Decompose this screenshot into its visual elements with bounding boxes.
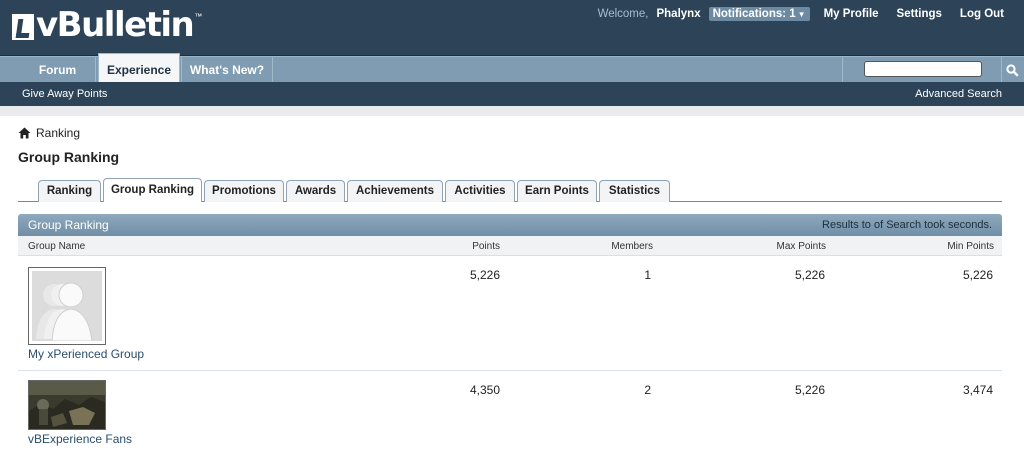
tab-whats-new[interactable]: What's New? xyxy=(181,57,273,83)
chevron-down-icon: ▼ xyxy=(797,9,806,19)
group-ranking-block-header: Group Ranking Results to of Search took … xyxy=(18,214,1002,236)
logo-trademark: ™ xyxy=(194,12,203,21)
group-min-points: 5,226 xyxy=(962,268,993,282)
page-title: Group Ranking xyxy=(18,149,120,165)
table-header: Group Name Points Members Max Points Min… xyxy=(18,236,1002,256)
welcome-text: Welcome, xyxy=(597,8,649,20)
block-title: Group Ranking xyxy=(28,218,109,232)
tab-earn-points[interactable]: Earn Points xyxy=(517,180,597,202)
main-content: Ranking Group Ranking Ranking Group Rank… xyxy=(0,116,1024,460)
logout-link[interactable]: Log Out xyxy=(960,8,1004,20)
group-name-link[interactable]: My xPerienced Group xyxy=(28,347,144,361)
table-row: vBExperience Fans 4,350 2 5,226 3,474 xyxy=(18,372,1002,460)
tab-awards[interactable]: Awards xyxy=(286,180,345,202)
site-header: vBulletin ™ Welcome, Phalynx Notificatio… xyxy=(0,0,1024,56)
search-results-info: Results to of Search took seconds. xyxy=(822,219,992,231)
column-min-points: Min Points xyxy=(947,241,994,252)
default-avatar-icon xyxy=(32,271,102,341)
settings-link[interactable]: Settings xyxy=(897,8,942,20)
table-row: My xPerienced Group 5,226 1 5,226 5,226 xyxy=(18,257,1002,371)
tab-achievements[interactable]: Achievements xyxy=(347,180,443,202)
tab-group-ranking[interactable]: Group Ranking xyxy=(103,178,202,202)
search-button[interactable] xyxy=(1002,57,1022,83)
home-icon[interactable] xyxy=(18,127,31,139)
group-photo[interactable] xyxy=(28,380,106,430)
column-group-name: Group Name xyxy=(28,241,86,252)
tab-experience[interactable]: Experience xyxy=(98,53,180,83)
notifications-button[interactable]: Notifications: 1 ▼ xyxy=(708,7,810,21)
tab-statistics[interactable]: Statistics xyxy=(599,180,670,202)
user-links: Welcome, Phalynx Notifications: 1 ▼ My P… xyxy=(598,6,1004,22)
group-photo-image-icon xyxy=(29,381,105,429)
logo-checkmark-icon xyxy=(12,14,34,40)
group-avatar[interactable] xyxy=(28,267,106,345)
breadcrumb-current[interactable]: Ranking xyxy=(36,126,80,140)
group-members: 1 xyxy=(644,268,651,282)
tab-promotions[interactable]: Promotions xyxy=(204,180,284,202)
sub-navbar: Give Away Points Advanced Search xyxy=(0,82,1024,106)
column-members: Members xyxy=(611,241,653,252)
column-points: Points xyxy=(472,241,500,252)
search-input[interactable] xyxy=(864,61,982,77)
group-min-points: 3,474 xyxy=(962,383,993,397)
my-profile-link[interactable]: My Profile xyxy=(824,8,879,20)
tab-activities[interactable]: Activities xyxy=(445,180,515,202)
ranking-tabs: Ranking Group Ranking Promotions Awards … xyxy=(18,178,1002,202)
group-points: 4,350 xyxy=(469,383,500,397)
group-members: 2 xyxy=(644,383,651,397)
username-link[interactable]: Phalynx xyxy=(656,8,700,20)
logo-text: vBulletin xyxy=(36,5,195,45)
group-max-points: 5,226 xyxy=(794,383,825,397)
advanced-search-link[interactable]: Advanced Search xyxy=(915,88,1002,100)
tab-ranking[interactable]: Ranking xyxy=(38,180,101,202)
vbulletin-logo[interactable]: vBulletin ™ xyxy=(12,6,202,46)
group-name-link[interactable]: vBExperience Fans xyxy=(28,432,132,446)
breadcrumb: Ranking xyxy=(18,126,80,140)
notifications-label: Notifications: 1 xyxy=(712,8,796,20)
group-max-points: 5,226 xyxy=(794,268,825,282)
column-max-points: Max Points xyxy=(776,241,826,252)
main-navbar: Forum Experience What's New? xyxy=(0,53,1024,83)
give-away-points-link[interactable]: Give Away Points xyxy=(22,88,107,100)
group-points: 5,226 xyxy=(469,268,500,282)
search-icon xyxy=(1005,63,1019,77)
tab-forum[interactable]: Forum xyxy=(20,57,96,83)
